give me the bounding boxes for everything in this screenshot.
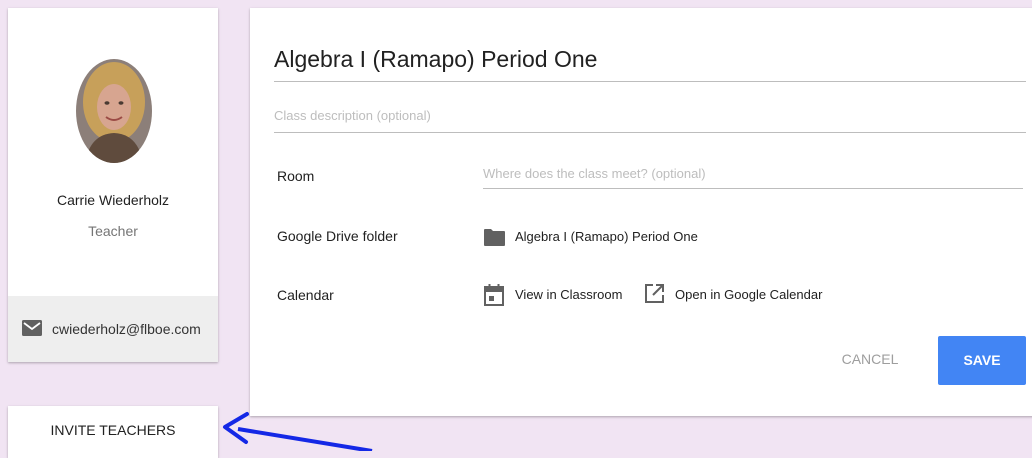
class-description-input[interactable]: Class description (optional) [274, 108, 1026, 133]
view-in-classroom-link[interactable]: View in Classroom [484, 284, 624, 306]
invite-teachers-button[interactable]: INVITE TEACHERS [8, 406, 218, 458]
class-title-input[interactable]: Algebra I (Ramapo) Period One [274, 46, 1026, 82]
save-button[interactable]: SAVE [938, 336, 1026, 385]
calendar-icon [484, 284, 504, 306]
teacher-name: Carrie Wiederholz [56, 192, 170, 208]
room-input[interactable]: Where does the class meet? (optional) [483, 166, 1023, 189]
calendar-label: Calendar [277, 287, 334, 303]
drive-folder-name: Algebra I (Ramapo) Period One [515, 229, 698, 244]
mail-icon [22, 320, 42, 336]
invite-teachers-label: INVITE TEACHERS [50, 422, 176, 438]
teacher-profile-card: Carrie Wiederholz Teacher cwiederholz@fl… [8, 8, 218, 362]
cancel-button[interactable]: CANCEL [830, 342, 910, 376]
room-label: Room [277, 168, 315, 184]
view-in-classroom-label: View in Classroom [515, 287, 623, 302]
teacher-email-row[interactable]: cwiederholz@flboe.com [8, 296, 218, 362]
teacher-role: Teacher [88, 223, 138, 239]
open-in-new-icon [645, 284, 664, 303]
drive-folder-label: Google Drive folder [277, 228, 398, 244]
open-in-google-calendar-label: Open in Google Calendar [675, 287, 823, 302]
folder-icon [484, 229, 505, 246]
class-settings-card: Algebra I (Ramapo) Period One Class desc… [250, 8, 1032, 416]
open-in-google-calendar-link[interactable]: Open in Google Calendar [645, 284, 825, 306]
teacher-avatar [76, 59, 152, 163]
teacher-email[interactable]: cwiederholz@flboe.com [52, 321, 201, 337]
